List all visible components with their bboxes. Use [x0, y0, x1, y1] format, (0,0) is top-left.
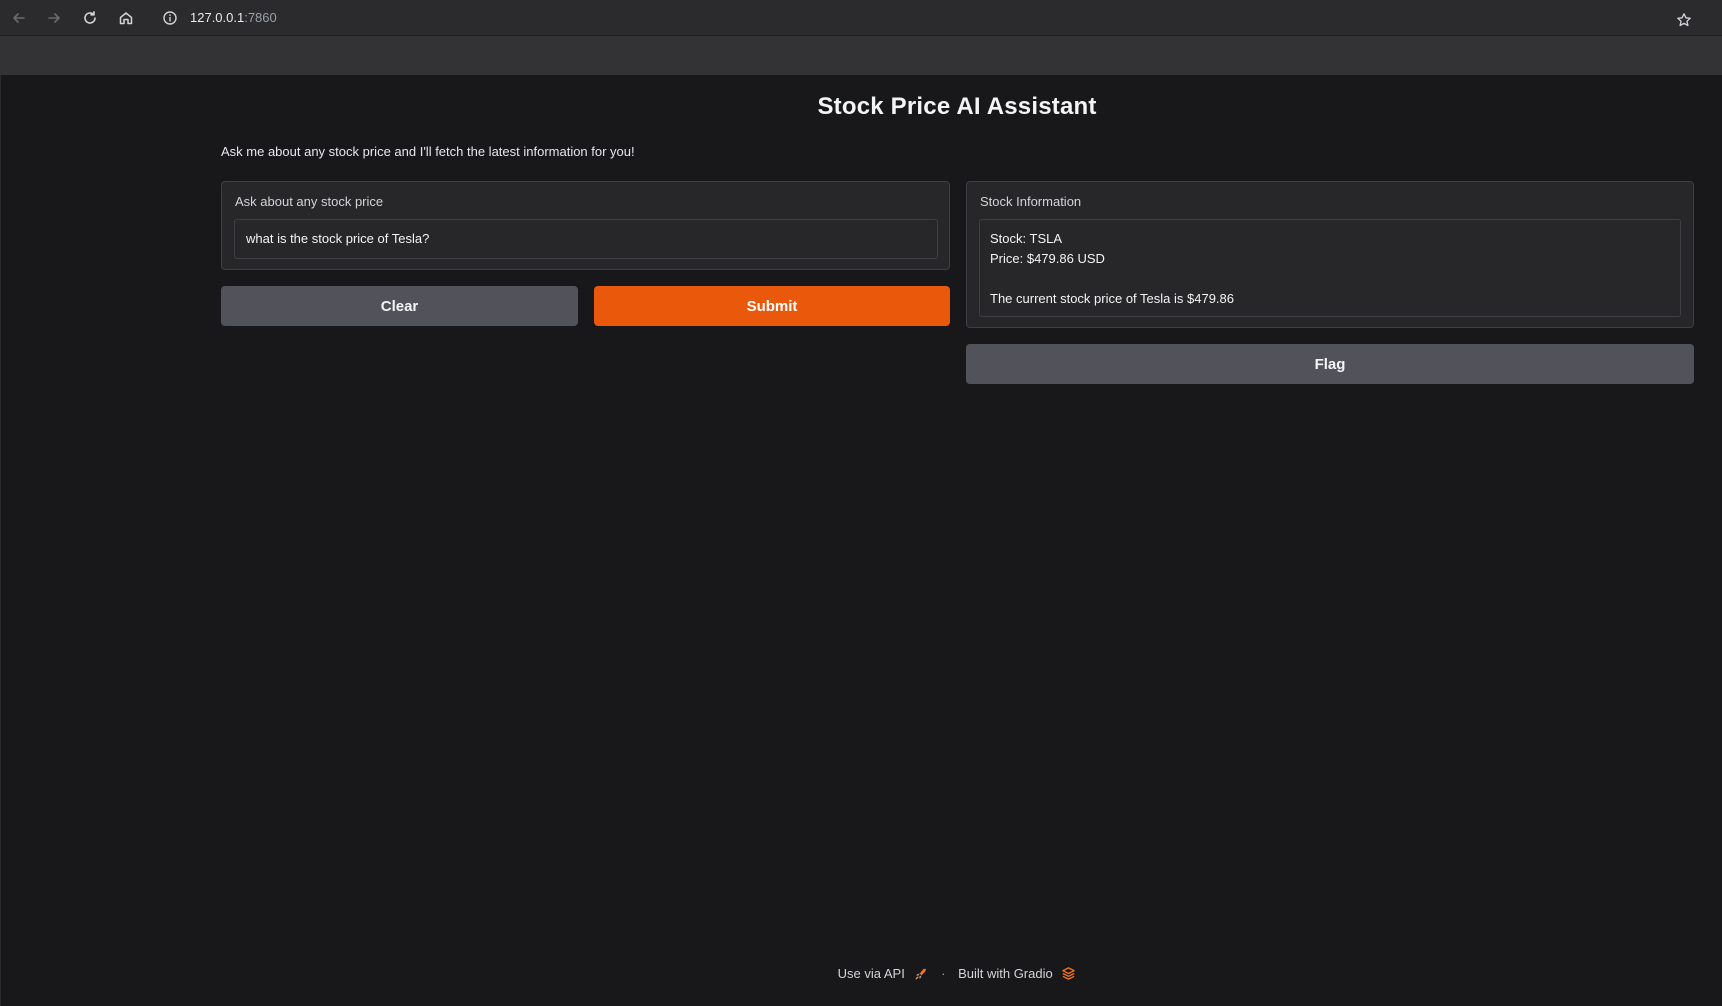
back-button[interactable] [7, 6, 31, 30]
flag-button[interactable]: Flag [966, 344, 1694, 384]
output-line: The current stock price of Tesla is $479… [990, 291, 1234, 306]
footer: Use via API · Built with Gradio [1, 965, 1722, 981]
url-port: :7860 [244, 10, 277, 25]
app-page: Stock Price AI Assistant Ask me about an… [0, 75, 1722, 1006]
browser-toolbar: 127.0.0.1:7860 [0, 0, 1722, 36]
input-panel: Ask about any stock price what is the st… [221, 181, 950, 270]
stock-query-input[interactable]: what is the stock price of Tesla? [234, 219, 938, 259]
rocket-icon [916, 968, 927, 980]
info-icon[interactable] [162, 10, 178, 26]
output-line: Price: $479.86 USD [990, 251, 1105, 266]
forward-button[interactable] [42, 6, 66, 30]
clear-button[interactable]: Clear [221, 286, 578, 326]
output-panel: Stock Information Stock: TSLA Price: $47… [966, 181, 1694, 328]
output-label: Stock Information [980, 194, 1082, 209]
submit-button[interactable]: Submit [594, 286, 950, 326]
built-with-gradio-link[interactable]: Built with Gradio [958, 966, 1053, 981]
url-host: 127.0.0.1 [190, 10, 245, 25]
gradio-logo-icon [1062, 967, 1076, 980]
input-label: Ask about any stock price [235, 194, 384, 209]
url-text: 127.0.0.1:7860 [190, 9, 277, 27]
page-title: Stock Price AI Assistant [817, 93, 1097, 120]
use-via-api-link[interactable]: Use via API [838, 966, 905, 981]
arrow-left-icon [13, 13, 25, 23]
footer-separator: · [941, 966, 946, 982]
reload-icon [84, 11, 96, 24]
browser-bookmarks-strip [0, 36, 1722, 75]
stock-information-output[interactable]: Stock: TSLA Price: $479.86 USD The curre… [979, 219, 1681, 317]
address-bar[interactable]: 127.0.0.1:7860 [150, 3, 1710, 33]
reload-button[interactable] [78, 6, 102, 30]
star-icon[interactable] [1676, 12, 1692, 28]
home-icon [119, 12, 133, 25]
page-description: Ask me about any stock price and I'll fe… [221, 144, 635, 159]
arrow-right-icon [48, 13, 60, 23]
output-line: Stock: TSLA [990, 231, 1063, 246]
home-button[interactable] [114, 6, 138, 30]
